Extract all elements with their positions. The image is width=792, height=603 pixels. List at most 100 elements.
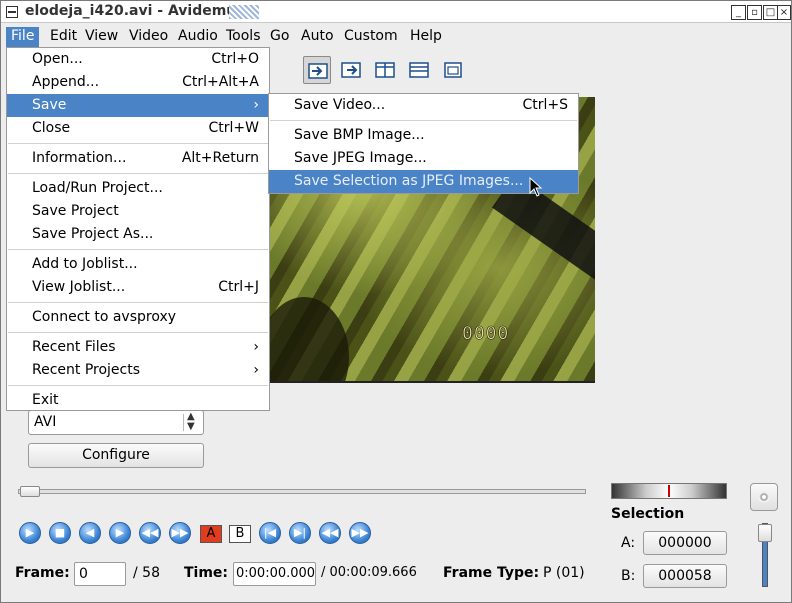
set-marker-b-button[interactable]: B: [229, 525, 251, 543]
frame-type-label: Frame Type:: [443, 565, 540, 581]
window-menu-icon[interactable]: [6, 6, 18, 18]
updown-arrow-icon: ▲ ▼: [187, 411, 195, 432]
menu-item-shortcut: Alt+Return: [181, 150, 259, 166]
timeline-slider[interactable]: [18, 486, 586, 497]
submenu-item-save-jpeg[interactable]: Save JPEG Image...: [269, 147, 578, 170]
chevron-right-icon: ›: [253, 97, 259, 113]
output-view-button[interactable]: [337, 56, 365, 84]
play-icon: ▶: [25, 526, 35, 539]
menu-item-open[interactable]: Open... Ctrl+O: [7, 48, 269, 71]
menu-view[interactable]: View: [80, 27, 123, 47]
menu-item-save-project[interactable]: Save Project: [7, 200, 269, 223]
next-black-frame-button[interactable]: ▶▶: [349, 522, 371, 544]
selection-a-button[interactable]: 000000: [643, 531, 727, 555]
frame-label: Frame:: [15, 565, 70, 581]
menu-edit[interactable]: Edit: [45, 27, 82, 47]
menu-video[interactable]: Video: [124, 27, 173, 47]
menu-item-exit[interactable]: Exit: [7, 389, 269, 412]
file-menu: Open... Ctrl+O Append... Ctrl+Alt+A Save › …: [6, 47, 270, 411]
title-decoration: [229, 5, 259, 19]
time-label: Time:: [184, 565, 229, 581]
menu-item-label: Save Project As...: [32, 226, 154, 242]
goto-marker-b-button[interactable]: ▶|: [289, 522, 311, 544]
top-bottom-button[interactable]: [405, 56, 433, 84]
goto-end-icon: ▶|: [293, 526, 307, 539]
configure-button[interactable]: Configure: [28, 443, 204, 468]
menu-item-load-project[interactable]: Load/Run Project...: [7, 177, 269, 200]
vertical-slider-thumb[interactable]: [758, 524, 772, 542]
menu-item-recent-projects[interactable]: Recent Projects ›: [7, 359, 269, 382]
mouse-pointer-icon: [529, 176, 543, 201]
submenu-item-save-bmp[interactable]: Save BMP Image...: [269, 124, 578, 147]
menu-item-information[interactable]: Information... Alt+Return: [7, 147, 269, 170]
input-view-button[interactable]: [303, 56, 331, 84]
side-by-side-button[interactable]: [371, 56, 399, 84]
menu-item-label: Save: [32, 97, 67, 113]
side-by-side-icon: [375, 62, 395, 78]
container-format-value: AVI: [34, 414, 57, 430]
menu-item-label: Open...: [32, 51, 83, 67]
selection-a-label: A:: [621, 535, 636, 551]
menu-custom[interactable]: Custom: [339, 27, 403, 47]
menu-item-label: Save BMP Image...: [294, 127, 425, 143]
menu-item-label: View Joblist...: [32, 279, 126, 295]
submenu-item-save-video[interactable]: Save Video... Ctrl+S: [269, 94, 578, 117]
stop-button[interactable]: ■: [49, 522, 71, 544]
container-format-select[interactable]: AVI ▲ ▼: [28, 410, 204, 435]
selection-b-button[interactable]: 000058: [643, 564, 727, 588]
menu-item-shortcut: Ctrl+O: [211, 51, 259, 67]
vertical-slider[interactable]: [758, 523, 772, 587]
menu-separator: [8, 302, 268, 303]
close-icon[interactable]: ×: [777, 5, 791, 20]
menu-separator: [8, 385, 268, 386]
menu-file[interactable]: File: [6, 27, 40, 47]
menu-go[interactable]: Go: [265, 27, 294, 47]
menu-item-label: Append...: [32, 74, 100, 90]
timeline-thumb[interactable]: [20, 486, 40, 497]
fast-forward-icon: ▶▶: [171, 526, 189, 539]
volume-knob[interactable]: [750, 483, 778, 511]
menu-item-save[interactable]: Save ›: [7, 94, 269, 117]
menu-item-shortcut: Ctrl+Alt+A: [182, 74, 259, 90]
selection-title: Selection: [611, 506, 685, 522]
menu-item-label: Exit: [32, 392, 59, 408]
menu-item-append[interactable]: Append... Ctrl+Alt+A: [7, 71, 269, 94]
previous-black-frame-button[interactable]: ◀◀: [319, 522, 341, 544]
goto-marker-a-button[interactable]: |◀: [259, 522, 281, 544]
menu-audio[interactable]: Audio: [173, 27, 223, 47]
menu-item-shortcut: Ctrl+W: [208, 120, 259, 136]
menu-item-close[interactable]: Close Ctrl+W: [7, 117, 269, 140]
menu-item-avsproxy[interactable]: Connect to avsproxy: [7, 306, 269, 329]
menu-item-save-project-as[interactable]: Save Project As...: [7, 223, 269, 246]
next-keyframe-button[interactable]: ▶▶: [169, 522, 191, 544]
menu-help[interactable]: Help: [405, 27, 447, 47]
menu-item-shortcut: Ctrl+J: [218, 279, 259, 295]
maximize-icon[interactable]: □: [763, 5, 778, 20]
input-view-icon: [308, 63, 328, 79]
menu-item-recent-files[interactable]: Recent Files ›: [7, 336, 269, 359]
skip-back-icon: ◀◀: [321, 526, 339, 539]
arrow-left-icon: ◀: [85, 526, 95, 539]
previous-keyframe-button[interactable]: ◀◀: [139, 522, 161, 544]
menu-auto[interactable]: Auto: [296, 27, 339, 47]
shade-icon[interactable]: ▫: [747, 5, 762, 20]
combo-separator: [183, 414, 184, 431]
menu-item-view-joblist[interactable]: View Joblist... Ctrl+J: [7, 276, 269, 299]
menu-item-label: Save Selection as JPEG Images...: [294, 173, 524, 189]
next-frame-button[interactable]: ▶: [109, 522, 131, 544]
set-marker-a-button[interactable]: A: [200, 525, 222, 543]
title-bar: elodeja_i420.avi - Avidemux _ ▫ □ ×: [1, 1, 791, 23]
menu-item-label: Connect to avsproxy: [32, 309, 177, 325]
menu-bar: File Edit View Video Audio Tools Go Auto…: [1, 24, 791, 48]
time-input[interactable]: 0:00:00.000: [233, 562, 316, 586]
preview-button[interactable]: [439, 56, 467, 84]
menu-tools[interactable]: Tools: [221, 27, 266, 47]
minimize-icon[interactable]: _: [731, 5, 746, 20]
frame-input[interactable]: 0: [74, 562, 126, 586]
chevron-right-icon: ›: [253, 362, 259, 378]
top-bottom-icon: [409, 62, 429, 78]
skip-forward-icon: ▶▶: [351, 526, 369, 539]
menu-item-add-joblist[interactable]: Add to Joblist...: [7, 253, 269, 276]
previous-frame-button[interactable]: ◀: [79, 522, 101, 544]
play-button[interactable]: ▶: [19, 522, 41, 544]
